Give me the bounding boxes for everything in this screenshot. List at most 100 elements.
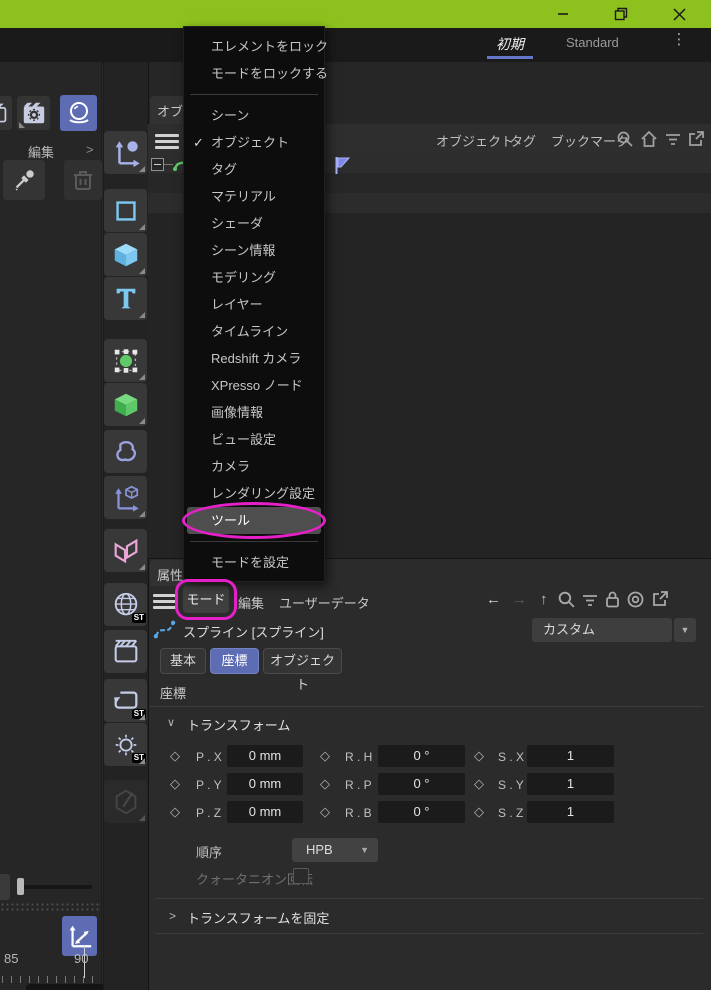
spline-segment-button[interactable] xyxy=(104,430,147,473)
preset-dropdown-arrow[interactable]: ▼ xyxy=(674,618,696,642)
object-mode-button[interactable] xyxy=(104,383,147,426)
menu-item-scene-info[interactable]: シーン情報 xyxy=(184,237,324,264)
coord-input-rp[interactable]: 0 ° xyxy=(378,773,465,795)
am-lock-icon[interactable] xyxy=(604,590,621,609)
am-search-icon[interactable] xyxy=(557,590,576,609)
edit-chevron-icon[interactable]: > xyxy=(86,142,94,157)
film-tool-button[interactable] xyxy=(104,630,147,673)
am-target-icon[interactable] xyxy=(626,590,645,609)
order-dropdown[interactable]: HPB ▼ xyxy=(292,838,378,862)
restore-button[interactable] xyxy=(604,0,638,28)
section-divider xyxy=(155,898,703,899)
coord-input-sy[interactable]: 1 xyxy=(527,773,614,795)
clapperboard-button[interactable] xyxy=(0,96,12,130)
am-external-icon[interactable] xyxy=(651,590,669,608)
menu-item-shader[interactable]: シェーダ xyxy=(184,210,324,237)
timeline-playhead[interactable] xyxy=(84,946,85,978)
kebab-menu-icon[interactable]: ⋮ xyxy=(671,35,687,44)
point-mode-button[interactable] xyxy=(104,339,147,382)
keyframe-diamond[interactable]: ◇ xyxy=(170,748,180,764)
menu-item-xpresso-node[interactable]: XPresso ノード xyxy=(184,372,324,399)
menu-item-object[interactable]: ✓オブジェクト xyxy=(184,129,324,156)
freeze-section-header[interactable]: トランスフォームを固定 xyxy=(187,908,329,927)
menu-item-picture-info[interactable]: 画像情報 xyxy=(184,399,324,426)
menu-item-scene[interactable]: シーン xyxy=(184,102,324,129)
am-back-icon[interactable]: ← xyxy=(486,591,501,608)
tab-object[interactable]: オブジェクト xyxy=(263,648,342,674)
minimize-button[interactable] xyxy=(546,0,580,28)
close-button[interactable] xyxy=(662,0,696,28)
preset-dropdown[interactable]: カスタム xyxy=(532,618,672,642)
layer-flag-icon[interactable] xyxy=(334,156,351,175)
plane-tool-button[interactable] xyxy=(104,189,147,232)
tab-coordinates[interactable]: 座標 xyxy=(210,648,259,674)
freeze-collapse-icon[interactable]: > xyxy=(169,909,176,923)
transform-collapse-icon[interactable]: ∨ xyxy=(167,716,175,729)
autokey-tool-button[interactable]: ST xyxy=(104,723,147,766)
keyframe-diamond[interactable]: ◇ xyxy=(474,776,484,792)
coord-input-py[interactable]: 0 mm xyxy=(227,773,303,795)
coord-input-sz[interactable]: 1 xyxy=(527,801,614,823)
keyframe-diamond[interactable]: ◇ xyxy=(170,776,180,792)
om-filter-icon[interactable] xyxy=(664,130,682,148)
coord-input-sx[interactable]: 1 xyxy=(527,745,614,767)
menu-item-tag[interactable]: タグ xyxy=(184,156,324,183)
material-preview-button[interactable] xyxy=(60,95,97,131)
am-forward-icon[interactable]: → xyxy=(512,591,527,608)
tab-basic[interactable]: 基本 xyxy=(160,648,206,674)
cube-tool-button[interactable] xyxy=(104,233,147,276)
symmetry-tool-button[interactable] xyxy=(104,529,147,572)
layout-tab-standard[interactable]: Standard xyxy=(566,35,636,50)
menu-item-lock-mode[interactable]: モードをロックする xyxy=(184,60,324,87)
edit-material-button[interactable] xyxy=(104,780,147,823)
render-settings-button[interactable] xyxy=(17,96,50,130)
am-hamburger-icon[interactable] xyxy=(153,591,177,612)
menu-item-view-settings[interactable]: ビュー設定 xyxy=(184,426,324,453)
om-tab-tags[interactable]: タグ xyxy=(510,131,536,150)
keyframe-diamond[interactable]: ◇ xyxy=(320,804,330,820)
om-external-icon[interactable] xyxy=(687,130,705,148)
am-edit-menu[interactable]: 編集 xyxy=(238,593,264,612)
text-tool-button[interactable] xyxy=(104,277,147,320)
keyframe-diamond[interactable]: ◇ xyxy=(320,748,330,764)
om-home-icon[interactable] xyxy=(640,130,658,148)
record-tool-button[interactable]: ST xyxy=(104,679,147,722)
tree-collapse-node[interactable] xyxy=(151,158,164,171)
am-filter-icon[interactable] xyxy=(581,591,599,609)
menu-item-layer[interactable]: レイヤー xyxy=(184,291,324,318)
scroll-end-cap[interactable] xyxy=(0,874,10,900)
layout-tab-initial[interactable]: 初期 xyxy=(487,34,533,54)
coord-input-px[interactable]: 0 mm xyxy=(227,745,303,767)
delete-button[interactable] xyxy=(64,160,102,200)
axis-mode-button[interactable] xyxy=(104,476,147,519)
menu-item-tool[interactable]: ツール xyxy=(187,507,321,534)
coord-input-rh[interactable]: 0 ° xyxy=(378,745,465,767)
keyframe-diamond[interactable]: ◇ xyxy=(474,748,484,764)
edit-menu[interactable]: 編集 xyxy=(28,142,54,161)
coord-input-rb[interactable]: 0 ° xyxy=(378,801,465,823)
menu-item-material[interactable]: マテリアル xyxy=(184,183,324,210)
coord-input-pz[interactable]: 0 mm xyxy=(227,801,303,823)
keyframe-diamond[interactable]: ◇ xyxy=(320,776,330,792)
am-up-icon[interactable]: ↑ xyxy=(540,591,548,608)
quaternion-checkbox[interactable] xyxy=(293,868,309,884)
menu-item-camera[interactable]: カメラ xyxy=(184,453,324,480)
om-tab-objects[interactable]: オブジェクト xyxy=(436,131,514,150)
eyedropper-button[interactable] xyxy=(3,160,45,200)
transform-section-header[interactable]: トランスフォーム xyxy=(187,715,290,734)
keyframe-diamond[interactable]: ◇ xyxy=(170,804,180,820)
menu-item-lock-element[interactable]: エレメントをロック xyxy=(184,33,324,60)
fcurve-mode-button[interactable] xyxy=(62,916,97,956)
om-search-icon[interactable] xyxy=(616,130,634,148)
menu-item-modeling[interactable]: モデリング xyxy=(184,264,324,291)
globe-tool-button[interactable]: ST xyxy=(104,583,147,626)
timeline-zoom-slider[interactable] xyxy=(18,885,92,889)
keyframe-diamond[interactable]: ◇ xyxy=(474,804,484,820)
menu-item-redshift-camera[interactable]: Redshift カメラ xyxy=(184,345,324,372)
move-tool-button[interactable] xyxy=(104,131,147,174)
slider-handle[interactable] xyxy=(17,878,24,895)
menu-item-set-mode[interactable]: モードを設定 xyxy=(184,549,324,576)
am-userdata-menu[interactable]: ユーザーデータ xyxy=(279,593,370,612)
menu-item-timeline[interactable]: タイムライン xyxy=(184,318,324,345)
om-hamburger-icon[interactable] xyxy=(155,131,179,152)
